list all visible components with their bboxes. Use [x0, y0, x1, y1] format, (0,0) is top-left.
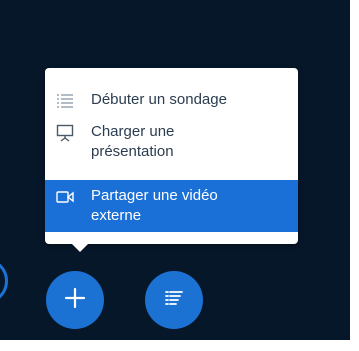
presentation-icon — [55, 123, 75, 143]
presentation-area: Débuter un sondage Charger une présentat… — [0, 0, 350, 340]
menu-item-label: Débuter un sondage — [91, 91, 227, 108]
polls-list-button[interactable] — [145, 271, 203, 329]
video-icon — [55, 187, 75, 207]
menu-item-upload-presentation[interactable]: Charger une présentation — [45, 122, 298, 166]
menu-item-start-poll[interactable]: Débuter un sondage — [45, 90, 298, 112]
partial-action-button[interactable] — [0, 258, 8, 304]
menu-item-label: Charger une présentation — [91, 123, 175, 160]
poll-list-icon — [55, 91, 75, 111]
add-actions-button[interactable] — [46, 271, 104, 329]
menu-item-label: Partager une vidéo externe — [91, 187, 218, 224]
list-icon — [164, 288, 184, 313]
menu-item-share-external-video[interactable]: Partager une vidéo externe — [45, 180, 298, 232]
plus-icon — [64, 287, 86, 314]
menu-pointer-arrow — [70, 242, 90, 252]
